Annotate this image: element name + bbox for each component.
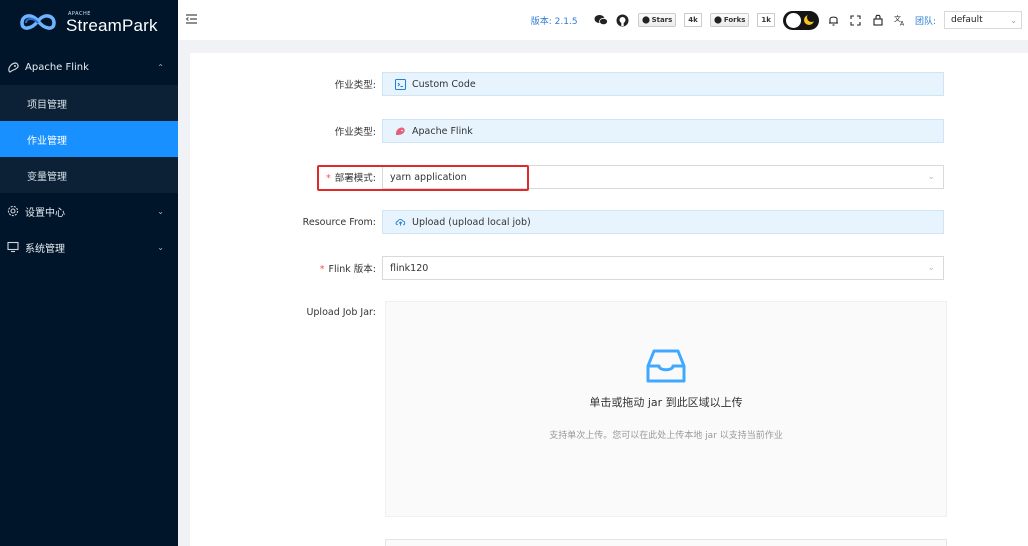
- upload-jar-label: Upload Job Jar:: [306, 307, 376, 318]
- header-actions: 版本: 2.1.5 Stars 4k Forks 1k 文 A 团队: defa…: [530, 10, 1028, 30]
- bell-icon[interactable]: [827, 13, 841, 27]
- sidebar-group-apache-flink[interactable]: Apache Flink ⌃: [0, 49, 178, 85]
- sidebar-group-system-management[interactable]: 系统管理 ⌄: [0, 229, 178, 265]
- inbox-icon: [646, 349, 686, 383]
- deploy-mode-select[interactable]: yarn application ⌄: [382, 165, 944, 189]
- github-icon[interactable]: [616, 13, 630, 27]
- github-forks-button[interactable]: Forks: [709, 13, 750, 27]
- upload-title: 单击或拖动 jar 到此区域以上传: [589, 396, 743, 409]
- menu-fold-icon[interactable]: [185, 13, 197, 27]
- resource-from-field: Upload (upload local job): [382, 210, 944, 234]
- sidebar-item-job-management[interactable]: 作业管理: [0, 121, 178, 157]
- toggle-knob: [785, 12, 801, 28]
- lock-icon[interactable]: [871, 13, 885, 27]
- form-row-flink-version: * Flink 版本: flink120 ⌄: [190, 256, 1028, 280]
- flink-version-value: flink120: [390, 262, 429, 274]
- job-form-card: 作业类型: Custom Code 作业类型: Apache Flink * 部署…: [190, 53, 1028, 546]
- monitor-icon: [6, 240, 20, 254]
- streampark-logo-icon: [20, 13, 56, 30]
- engine-type-value: Apache Flink: [412, 125, 473, 137]
- sidebar-item-label: 变量管理: [27, 171, 67, 183]
- version-text: 版本: 2.1.5: [530, 16, 578, 27]
- team-label: 团队:: [914, 16, 936, 27]
- forks-count[interactable]: 1k: [757, 13, 775, 27]
- stars-count[interactable]: 4k: [684, 13, 702, 27]
- form-row-engine-type: 作业类型: Apache Flink: [190, 119, 1028, 143]
- sidebar-item-label: 作业管理: [27, 135, 67, 147]
- engine-type-label: 作业类型:: [334, 127, 376, 138]
- chevron-down-icon: ⌄: [927, 172, 935, 182]
- gear-icon: [6, 204, 20, 218]
- required-asterisk: *: [319, 264, 325, 275]
- deploy-mode-label: * 部署模式:: [190, 170, 382, 184]
- svg-text:A: A: [900, 21, 905, 27]
- resource-from-label: Resource From:: [302, 216, 376, 228]
- sidebar-item-variable-management[interactable]: 变量管理: [0, 157, 178, 193]
- dark-mode-toggle[interactable]: [782, 10, 819, 30]
- chevron-down-icon: ⌄: [157, 206, 164, 216]
- sidebar-item-label: 项目管理: [27, 99, 67, 111]
- team-select-value: default: [951, 15, 983, 25]
- form-row-deploy-mode: * 部署模式: yarn application ⌄: [190, 165, 1028, 189]
- github-icon: [641, 16, 650, 24]
- sidebar-group-label: 设置中心: [25, 207, 65, 219]
- job-type-value: Custom Code: [412, 78, 476, 90]
- flink-logo-icon: [395, 126, 406, 137]
- flink-version-label-text: Flink 版本:: [328, 264, 377, 275]
- form-row-resource-from: Resource From: Upload (upload local job): [190, 210, 1028, 234]
- flink-version-select[interactable]: flink120 ⌄: [382, 256, 944, 280]
- chevron-down-icon: ⌄: [157, 242, 164, 252]
- sidebar-item-project-management[interactable]: 项目管理: [0, 85, 178, 121]
- app-logo[interactable]: APACHE StreamPark: [0, 0, 178, 45]
- sidebar-group-label: Apache Flink: [25, 61, 89, 73]
- upload-dropzone[interactable]: 单击或拖动 jar 到此区域以上传 支持单次上传。您可以在此处上传本地 jar …: [385, 301, 947, 517]
- forks-label: Forks: [723, 16, 746, 24]
- top-header: 版本: 2.1.5 Stars 4k Forks 1k 文 A 团队: defa…: [178, 0, 1028, 40]
- required-asterisk: *: [326, 173, 331, 184]
- translate-icon[interactable]: 文A: [893, 13, 907, 27]
- job-type-field: Custom Code: [382, 72, 944, 96]
- flink-version-label: * Flink 版本:: [190, 261, 382, 275]
- sidebar: APACHE StreamPark Apache Flink ⌃ 项目管理 作业…: [0, 0, 178, 546]
- wechat-icon[interactable]: [594, 13, 608, 27]
- engine-type-field: Apache Flink: [382, 119, 944, 143]
- sidebar-group-label: 系统管理: [25, 243, 65, 255]
- next-field-partial: [385, 539, 947, 546]
- deploy-mode-value: yarn application: [390, 171, 467, 183]
- flink-icon: [6, 60, 20, 74]
- form-row-job-type: 作业类型: Custom Code: [190, 72, 1028, 96]
- resource-from-value: Upload (upload local job): [412, 216, 531, 228]
- team-select[interactable]: default ⌄: [944, 11, 1022, 29]
- upload-hint: 支持单次上传。您可以在此处上传本地 jar 以支持当前作业: [549, 431, 783, 441]
- fullscreen-icon[interactable]: [849, 13, 863, 27]
- chevron-down-icon: ⌄: [1010, 15, 1017, 25]
- stars-label: Stars: [651, 16, 673, 24]
- cloud-upload-icon: [395, 217, 406, 228]
- chevron-down-icon: ⌄: [927, 263, 935, 273]
- github-icon: [714, 16, 722, 24]
- github-stars-button[interactable]: Stars: [637, 13, 677, 27]
- sidebar-menu: Apache Flink ⌃ 项目管理 作业管理 变量管理 设置中心 ⌄ 系统管…: [0, 49, 178, 265]
- logo-name-text: StreamPark: [66, 15, 158, 35]
- chevron-up-icon: ⌃: [157, 62, 164, 72]
- submenu-apache-flink: 项目管理 作业管理 变量管理: [0, 85, 178, 193]
- sidebar-group-settings-center[interactable]: 设置中心 ⌄: [0, 193, 178, 229]
- code-icon: [395, 78, 406, 90]
- moon-icon: [803, 12, 816, 25]
- deploy-mode-label-text: 部署模式:: [334, 173, 376, 184]
- job-type-label: 作业类型:: [334, 80, 376, 91]
